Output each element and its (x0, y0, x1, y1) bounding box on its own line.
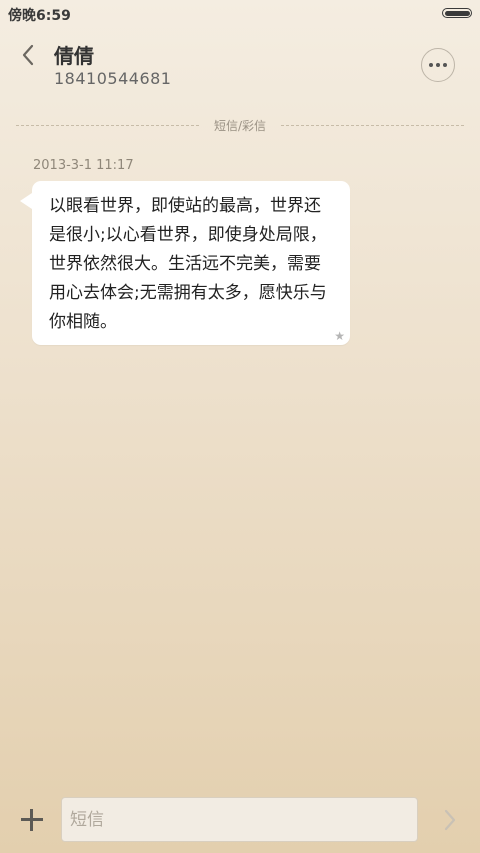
status-bar: 傍晚6:59 (0, 0, 480, 28)
plus-icon-stroke (30, 809, 33, 831)
more-dot (443, 63, 447, 67)
more-horizontal-icon (429, 63, 433, 67)
contact-name: 倩倩 (54, 44, 94, 68)
back-button[interactable] (14, 40, 44, 70)
chevron-left-icon (22, 44, 34, 66)
add-attachment-button[interactable] (18, 806, 46, 834)
battery-level (444, 10, 470, 16)
more-dot (436, 63, 440, 67)
message-text: 以眼看世界，即使站的最高，世界还是很小;以心看世界，即使身处局限，世界依然很大。… (49, 196, 327, 332)
status-time: 傍晚6:59 (8, 8, 71, 24)
message-input[interactable] (61, 797, 418, 842)
star-icon: ★ (334, 329, 345, 343)
message-bubble[interactable]: 以眼看世界，即使站的最高，世界还是很小;以心看世界，即使身处局限，世界依然很大。… (20, 181, 350, 345)
contact-number: 18410544681 (54, 69, 172, 88)
conversation-header: 倩倩 18410544681 (0, 28, 480, 108)
divider-line (281, 125, 464, 126)
composer-bar (0, 790, 480, 853)
message-type-divider: 短信/彩信 (16, 116, 464, 136)
send-button[interactable] (436, 806, 464, 834)
battery-icon (442, 8, 472, 18)
bubble-tail (20, 193, 32, 209)
chevron-right-icon (444, 809, 456, 831)
more-options-button[interactable] (421, 48, 455, 82)
message-timestamp: 2013-3-1 11:17 (33, 158, 134, 173)
